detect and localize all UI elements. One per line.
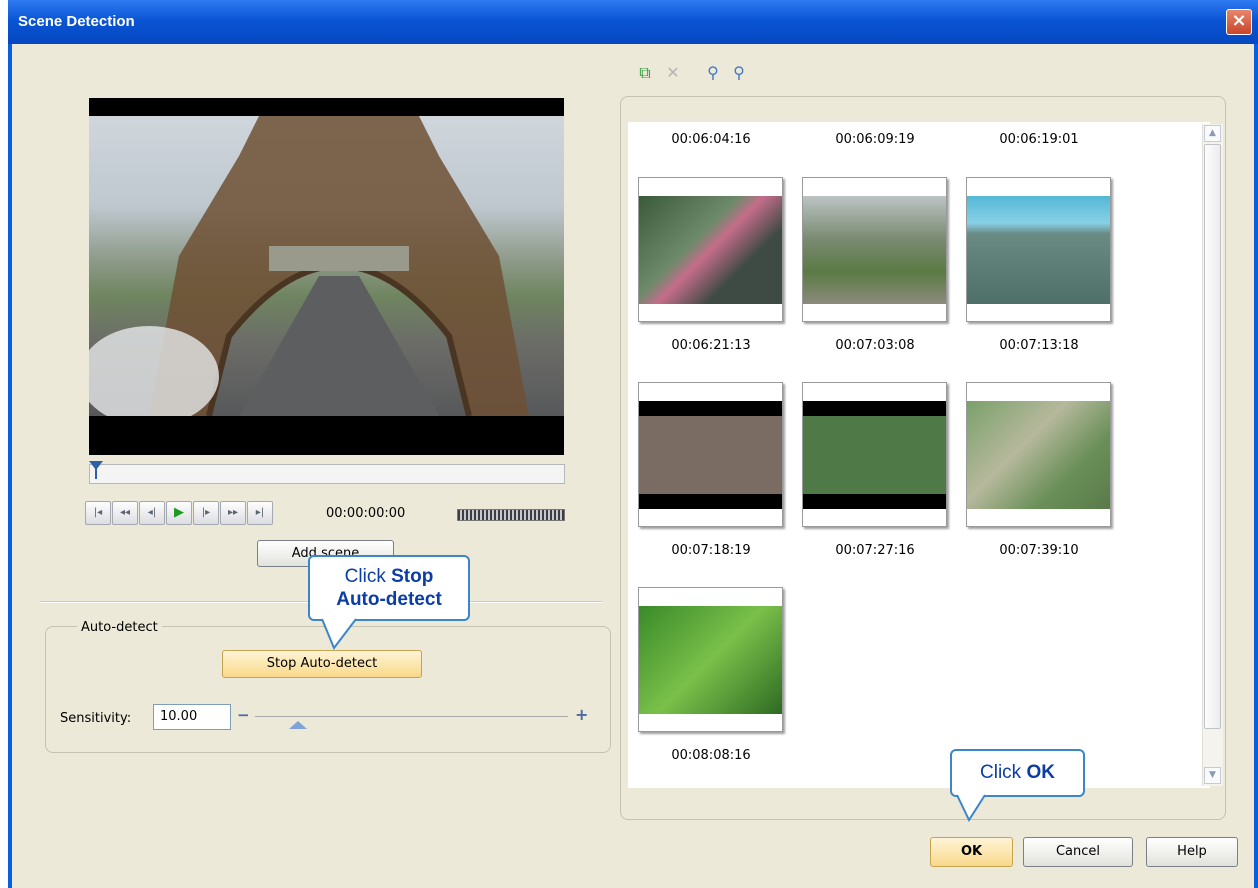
zoom-in-icon[interactable]: ⚲ bbox=[702, 62, 724, 84]
sensitivity-label: Sensitivity: bbox=[60, 711, 132, 726]
scene-thumbnail[interactable] bbox=[966, 382, 1111, 527]
scene-thumbnail[interactable] bbox=[802, 382, 947, 527]
scene-list-scrollbar[interactable]: ▲ ▼ bbox=[1202, 124, 1223, 786]
scene-thumbnail[interactable] bbox=[966, 177, 1111, 322]
sensitivity-slider-thumb[interactable] bbox=[289, 721, 307, 729]
eiffel-tower-image bbox=[89, 116, 529, 416]
scene-timecode: 00:06:19:01 bbox=[999, 132, 1079, 147]
timeline-scrubber[interactable] bbox=[89, 461, 565, 484]
scene-list: 00:06:04:16 00:06:09:19 00:06:19:01 00:0… bbox=[628, 122, 1210, 788]
auto-detect-label: Auto-detect bbox=[77, 620, 162, 635]
scene-timecode: 00:07:27:16 bbox=[835, 543, 915, 558]
scene-timecode: 00:07:13:18 bbox=[999, 338, 1079, 353]
stop-callout-tail bbox=[321, 618, 357, 650]
increase-sensitivity-button[interactable]: + bbox=[575, 705, 588, 724]
merge-icon[interactable]: ⧉ bbox=[634, 62, 656, 84]
ok-callout-tail bbox=[956, 794, 986, 822]
stop-callout-bold-1: Stop bbox=[391, 566, 434, 587]
fast-forward-button[interactable]: ▸▸ bbox=[220, 501, 246, 525]
ok-callout-prefix: Click bbox=[980, 762, 1027, 783]
delete-icon[interactable]: ✕ bbox=[662, 62, 684, 84]
playhead-line bbox=[95, 461, 97, 479]
scene-thumbnail[interactable] bbox=[638, 587, 783, 732]
next-frame-button[interactable]: |▸ bbox=[193, 501, 219, 525]
title-bar[interactable]: Scene Detection × bbox=[8, 0, 1258, 44]
dialog-title: Scene Detection bbox=[18, 13, 135, 30]
scene-timecode: 00:07:39:10 bbox=[999, 543, 1079, 558]
scene-timecode: 00:08:08:16 bbox=[671, 748, 751, 763]
cancel-button[interactable]: Cancel bbox=[1023, 837, 1133, 867]
stop-callout-prefix: Click bbox=[344, 566, 392, 587]
stop-auto-detect-button[interactable]: Stop Auto-detect bbox=[222, 650, 422, 678]
scene-timecode: 00:06:21:13 bbox=[671, 338, 751, 353]
scene-thumbnail[interactable] bbox=[638, 382, 783, 527]
close-button[interactable]: × bbox=[1226, 9, 1252, 35]
go-to-end-button[interactable]: ▸| bbox=[247, 501, 273, 525]
help-button[interactable]: Help bbox=[1146, 837, 1238, 867]
sensitivity-slider-track[interactable] bbox=[255, 716, 568, 717]
jog-shuttle[interactable] bbox=[457, 509, 565, 521]
previous-frame-button[interactable]: ◂| bbox=[139, 501, 165, 525]
ok-callout: Click OK bbox=[950, 749, 1085, 797]
video-preview bbox=[89, 98, 564, 455]
stop-callout: Click Stop Auto-detect bbox=[308, 555, 470, 621]
scene-timecode: 00:06:04:16 bbox=[671, 132, 751, 147]
scene-timecode: 00:06:09:19 bbox=[835, 132, 915, 147]
timecode-display: 00:00:00:00 bbox=[326, 506, 406, 521]
scroll-down-icon[interactable]: ▼ bbox=[1204, 767, 1221, 784]
go-to-start-button[interactable]: |◂ bbox=[85, 501, 111, 525]
rewind-button[interactable]: ◂◂ bbox=[112, 501, 138, 525]
scene-timecode: 00:07:03:08 bbox=[835, 338, 915, 353]
scene-thumbnail[interactable] bbox=[638, 177, 783, 322]
ok-callout-bold: OK bbox=[1026, 762, 1055, 783]
scene-thumbnail[interactable] bbox=[802, 177, 947, 322]
scrollbar-thumb[interactable] bbox=[1204, 144, 1221, 729]
sensitivity-input[interactable]: 10.00 bbox=[153, 704, 231, 730]
scene-timecode: 00:07:18:19 bbox=[671, 543, 751, 558]
ok-button[interactable]: OK bbox=[930, 837, 1013, 867]
decrease-sensitivity-button[interactable]: − bbox=[237, 706, 250, 724]
play-button[interactable]: ▶ bbox=[166, 501, 192, 525]
zoom-out-icon[interactable]: ⚲ bbox=[728, 62, 750, 84]
scroll-up-icon[interactable]: ▲ bbox=[1204, 125, 1221, 142]
stop-callout-bold-2: Auto-detect bbox=[336, 589, 442, 610]
